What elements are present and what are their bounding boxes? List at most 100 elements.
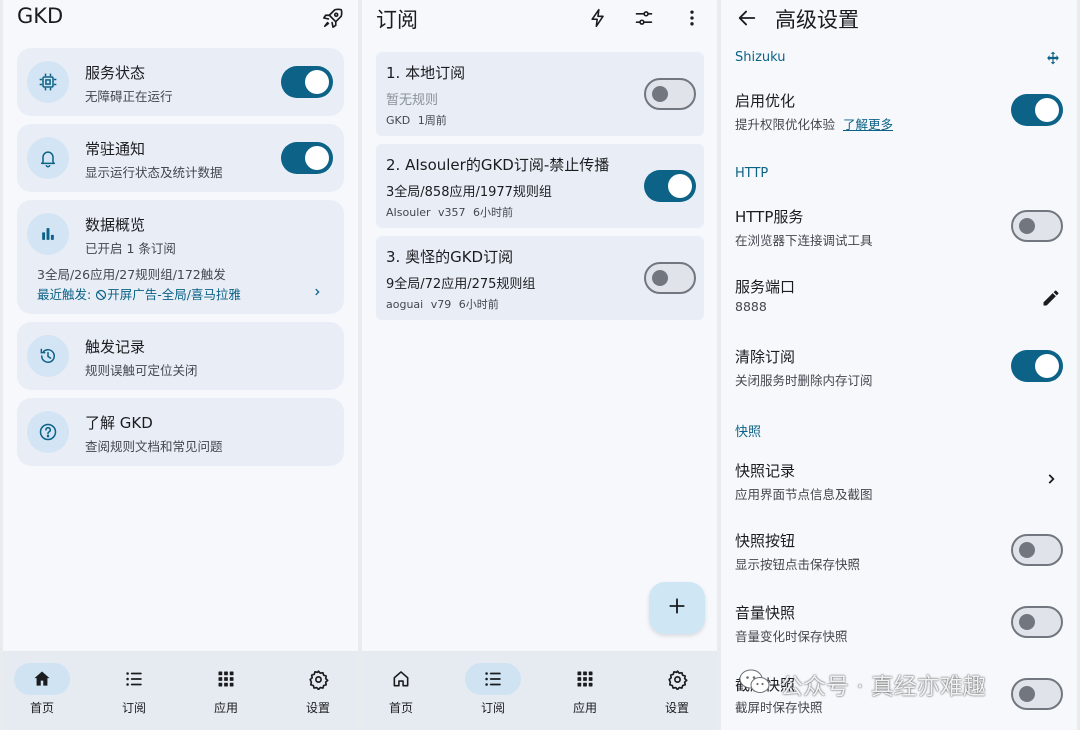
add-subscription-button[interactable] xyxy=(649,582,705,634)
volume-snapshot-switch[interactable] xyxy=(1011,606,1063,638)
app-title: GKD xyxy=(17,4,64,28)
subscription-desc: 暂无规则 xyxy=(386,93,439,108)
card-subtitle: 查阅规则文档和常见问题 xyxy=(85,439,223,454)
card-title: 数据概览 xyxy=(85,216,146,234)
home-icon xyxy=(373,663,429,695)
data-overview-card[interactable]: 数据概览 已开启 1 条订阅 3全局/26应用/27规则组/172触发 最近触发… xyxy=(17,200,344,314)
bell-icon xyxy=(27,137,69,179)
subscription-switch[interactable] xyxy=(644,262,696,294)
snapshot-button-switch[interactable] xyxy=(1011,534,1063,566)
nav-label: 订阅 xyxy=(480,701,505,715)
nav-apps[interactable]: 应用 xyxy=(186,651,266,730)
setting-title: 清除订阅 xyxy=(735,348,796,366)
nav-home[interactable]: 首页 xyxy=(362,651,441,730)
move-icon[interactable] xyxy=(1043,48,1063,68)
chevron-right-icon[interactable] xyxy=(1039,467,1063,491)
list-icon xyxy=(106,663,162,695)
stats-line: 3全局/26应用/27规则组/172触发 xyxy=(37,267,226,282)
page-title: 高级设置 xyxy=(775,8,859,32)
watermark-text: 公众号 · 真经亦难趣 xyxy=(780,674,986,700)
app-block-icon xyxy=(95,289,107,304)
nav-label: 设置 xyxy=(305,701,330,715)
subscription-meta: AIsouler v357 6小时前 xyxy=(386,206,514,219)
subscription-item-aisouler[interactable]: 2. AIsouler的GKD订阅-禁止传播 3全局/858应用/1977规则组… xyxy=(376,144,704,228)
sort-filter-icon[interactable] xyxy=(630,4,658,32)
help-icon xyxy=(27,411,69,453)
page-title: 订阅 xyxy=(376,8,418,32)
nav-label: 首页 xyxy=(29,701,54,715)
watermark: 公众号 · 真经亦难趣 xyxy=(738,666,986,702)
chevron-right-icon[interactable] xyxy=(307,282,327,302)
nav-label: 应用 xyxy=(572,701,597,715)
settings-top-bar: 高级设置 xyxy=(721,0,1077,34)
nav-label: 设置 xyxy=(664,701,689,715)
port-value: 8888 xyxy=(735,299,767,314)
section-header-snapshot: 快照 xyxy=(735,425,762,440)
card-subtitle: 显示运行状态及统计数据 xyxy=(85,165,223,180)
clear-subscription-switch[interactable] xyxy=(1011,350,1063,382)
service-status-switch[interactable] xyxy=(281,66,333,98)
setting-title: 快照记录 xyxy=(735,462,796,480)
subscription-meta: GKD 1周前 xyxy=(386,114,447,127)
bar-chart-icon xyxy=(27,213,69,255)
setting-subtitle: 提升权限优化体验 了解更多 xyxy=(735,114,893,133)
notification-switch[interactable] xyxy=(281,142,333,174)
enable-optimization-switch[interactable] xyxy=(1011,94,1063,126)
rocket-icon[interactable] xyxy=(319,4,347,32)
nav-settings[interactable]: 设置 xyxy=(278,651,358,730)
nav-home[interactable]: 首页 xyxy=(3,651,82,730)
plus-icon xyxy=(667,596,687,620)
nav-subscriptions[interactable]: 订阅 xyxy=(94,651,174,730)
nav-subscriptions[interactable]: 订阅 xyxy=(453,651,533,730)
service-status-card[interactable]: 服务状态 无障碍正在运行 xyxy=(17,48,344,116)
subscription-item-aoguai[interactable]: 3. 奥怪的GKD订阅 9全局/72应用/275规则组 aoguai v79 6… xyxy=(376,236,704,320)
gear-icon xyxy=(290,663,346,695)
http-service-switch[interactable] xyxy=(1011,210,1063,242)
advanced-settings-screen: 高级设置 Shizuku 启用优化 提升权限优化体验 了解更多 HTTP HTT… xyxy=(721,0,1077,730)
setting-subtitle: 显示按钮点击保存快照 xyxy=(735,557,861,572)
subscription-desc: 9全局/72应用/275规则组 xyxy=(386,277,536,292)
subscription-desc: 3全局/858应用/1977规则组 xyxy=(386,185,552,200)
home-top-bar: GKD xyxy=(3,0,358,34)
recent-trigger[interactable]: 最近触发: 开屏广告-全局/喜马拉雅 xyxy=(37,284,241,304)
setting-title: 启用优化 xyxy=(735,92,796,110)
setting-title: 音量快照 xyxy=(735,604,796,622)
setting-title: HTTP服务 xyxy=(735,208,804,226)
gear-icon xyxy=(649,663,705,695)
nav-label: 应用 xyxy=(213,701,238,715)
section-header-shizuku: Shizuku xyxy=(735,50,786,65)
subscription-item-local[interactable]: 1. 本地订阅 暂无规则 GKD 1周前 xyxy=(376,52,704,136)
nav-apps[interactable]: 应用 xyxy=(545,651,625,730)
nav-settings[interactable]: 设置 xyxy=(637,651,717,730)
subscription-switch[interactable] xyxy=(644,78,696,110)
home-icon xyxy=(14,663,70,695)
setting-subtitle: 音量变化时保存快照 xyxy=(735,629,848,644)
history-icon xyxy=(27,335,69,377)
card-subtitle: 已开启 1 条订阅 xyxy=(85,241,176,256)
more-vert-icon[interactable] xyxy=(678,4,706,32)
nav-label: 订阅 xyxy=(121,701,146,715)
subscription-switch[interactable] xyxy=(644,170,696,202)
persistent-notification-card[interactable]: 常驻通知 显示运行状态及统计数据 xyxy=(17,124,344,192)
apps-grid-icon xyxy=(198,663,254,695)
subscription-meta: aoguai v79 6小时前 xyxy=(386,298,499,311)
card-subtitle: 无障碍正在运行 xyxy=(85,89,173,104)
home-screen: GKD 服务状态 无障碍正在运行 常驻通知 显示运行状态及统计数据 数据概览 已… xyxy=(3,0,358,730)
card-title: 触发记录 xyxy=(85,338,146,356)
recent-label: 最近触发: xyxy=(37,287,92,302)
learn-more-link[interactable]: 了解更多 xyxy=(843,117,893,132)
setting-subtitle: 关闭服务时删除内存订阅 xyxy=(735,373,873,388)
back-arrow-icon[interactable] xyxy=(733,4,761,32)
trigger-log-card[interactable]: 触发记录 规则误触可定位关闭 xyxy=(17,322,344,390)
card-title: 常驻通知 xyxy=(85,140,146,158)
screenshot-snapshot-switch[interactable] xyxy=(1011,678,1063,710)
setting-subtitle: 在浏览器下连接调试工具 xyxy=(735,233,873,248)
about-gkd-card[interactable]: 了解 GKD 查阅规则文档和常见问题 xyxy=(17,398,344,466)
subscription-name: 2. AIsouler的GKD订阅-禁止传播 xyxy=(386,156,610,174)
bottom-navigation: 首页 订阅 应用 设置 xyxy=(3,651,358,730)
bolt-icon[interactable] xyxy=(584,4,612,32)
edit-pencil-icon[interactable] xyxy=(1037,284,1065,312)
section-header-http: HTTP xyxy=(735,166,769,181)
recent-value: 开屏广告-全局/喜马拉雅 xyxy=(107,287,241,302)
card-title: 了解 GKD xyxy=(85,414,153,432)
